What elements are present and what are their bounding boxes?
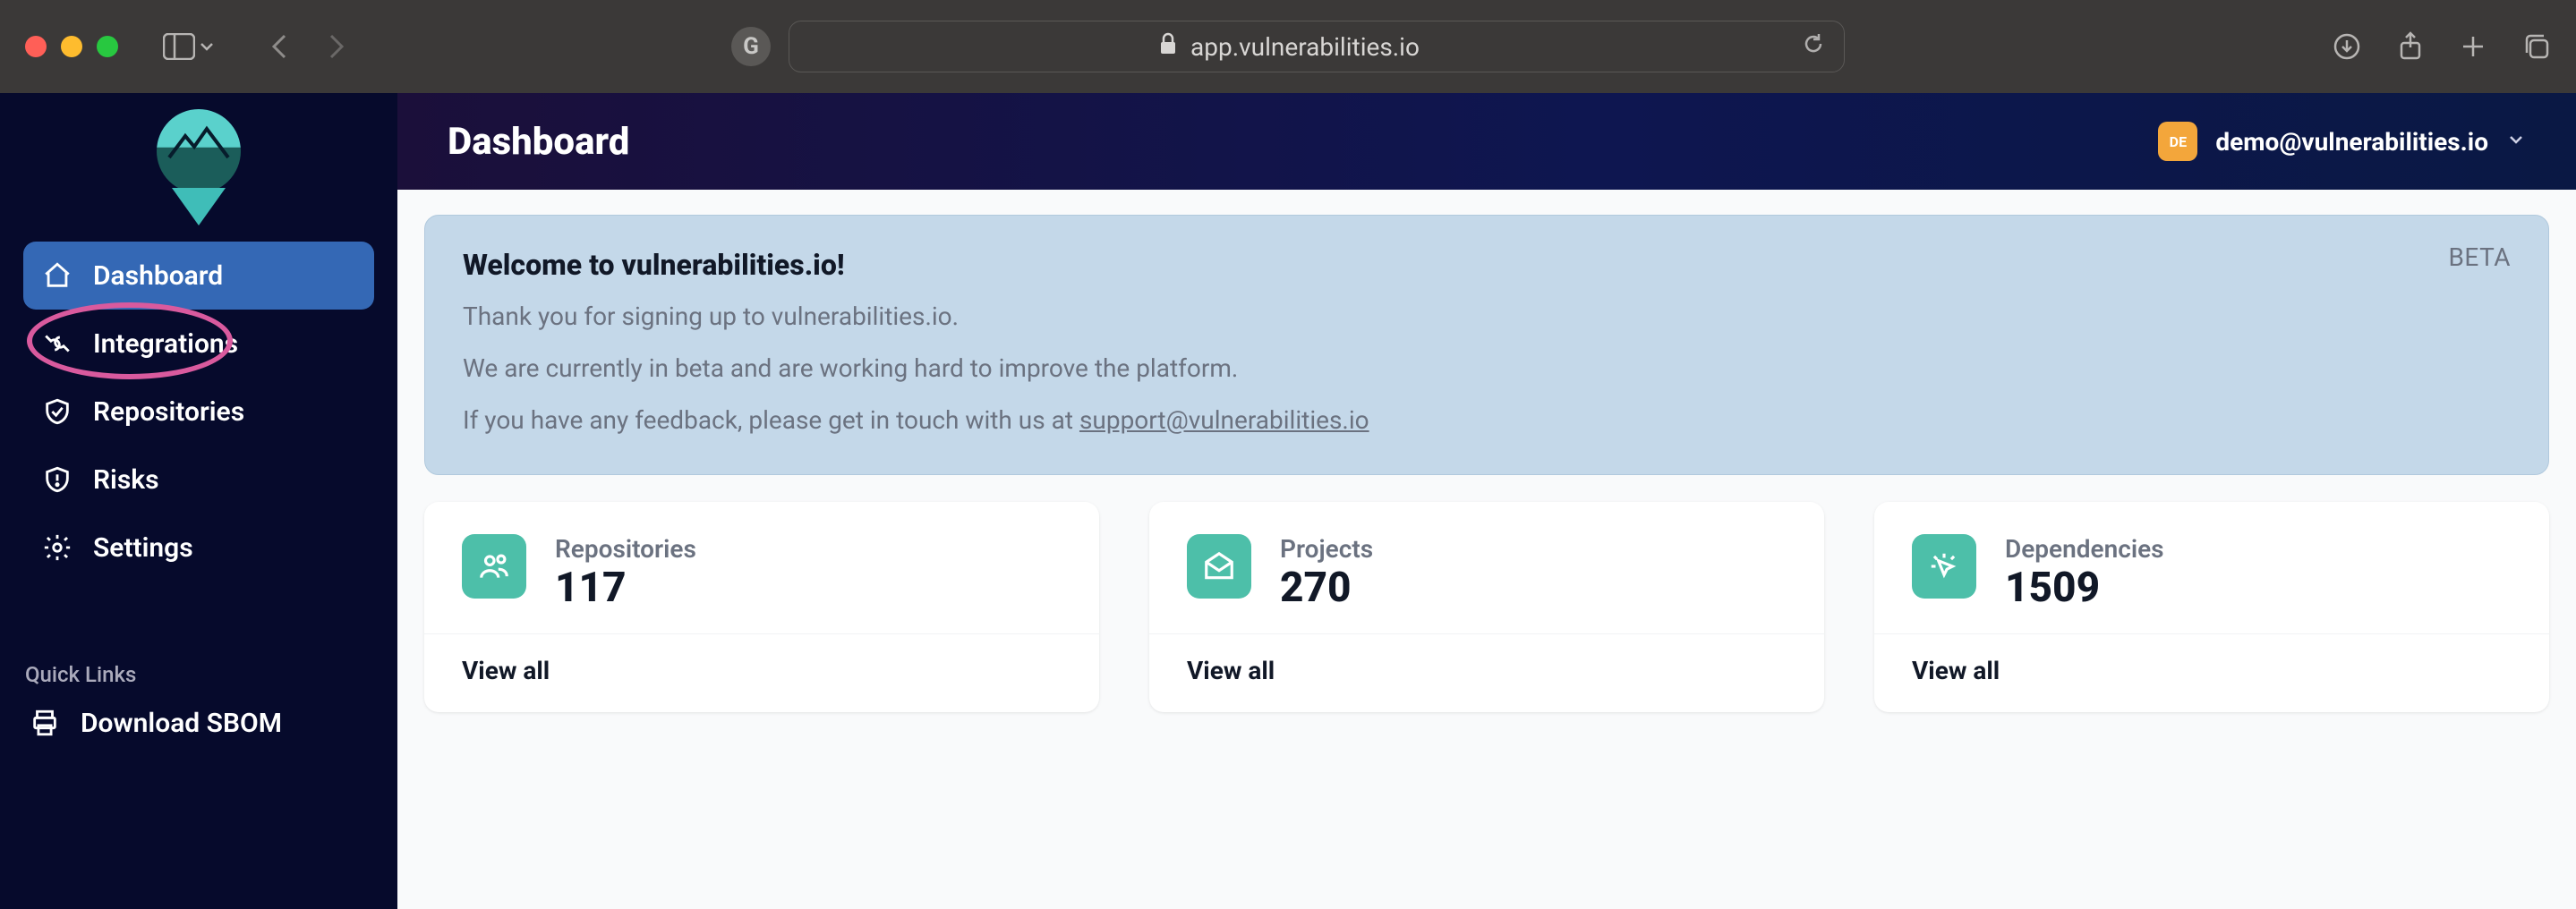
printer-icon [29, 707, 61, 739]
beta-badge: BETA [2448, 242, 2511, 272]
gear-icon [41, 531, 73, 564]
quick-links-heading: Quick Links [23, 662, 374, 687]
welcome-line-3-prefix: If you have any feedback, please get in … [463, 405, 1079, 435]
envelope-open-icon [1187, 534, 1251, 599]
sidebar-item-label: Risks [93, 464, 159, 496]
sidebar-item-repositories[interactable]: Repositories [23, 378, 374, 446]
card-projects: Projects 270 View all [1149, 502, 1824, 712]
sidebar-item-label: Settings [93, 532, 193, 564]
quick-link-label: Download SBOM [81, 708, 282, 739]
card-value: 117 [555, 564, 696, 612]
chevron-down-icon [2506, 130, 2526, 153]
sidebar-item-integrations[interactable]: Integrations [23, 310, 374, 378]
shield-check-icon [41, 395, 73, 428]
reload-button[interactable] [1801, 31, 1826, 63]
address-bar[interactable]: app.vulnerabilities.io [789, 21, 1845, 72]
card-label: Repositories [555, 534, 696, 564]
sidebar-item-risks[interactable]: Risks [23, 446, 374, 514]
back-button[interactable] [269, 32, 288, 61]
tab-overview-button[interactable] [2522, 32, 2551, 61]
maximize-window-button[interactable] [97, 36, 118, 57]
sidebar-toggle-button[interactable] [163, 33, 215, 60]
welcome-line-3: If you have any feedback, please get in … [463, 404, 2511, 438]
view-all-link[interactable]: View all [1912, 656, 2000, 685]
user-email: demo@vulnerabilities.io [2215, 127, 2488, 157]
view-all-link[interactable]: View all [462, 656, 550, 685]
shield-alert-icon [41, 463, 73, 496]
card-label: Projects [1280, 534, 1373, 564]
downloads-button[interactable] [2333, 32, 2361, 61]
quick-link-download-sbom[interactable]: Download SBOM [23, 692, 374, 753]
window-controls [25, 36, 118, 57]
chevron-down-icon [199, 38, 215, 55]
topbar: Dashboard DE demo@vulnerabilities.io [397, 93, 2576, 190]
welcome-banner: BETA Welcome to vulnerabilities.io! Than… [424, 215, 2549, 475]
grammarly-extension-icon[interactable]: G [731, 27, 771, 66]
card-repositories: Repositories 117 View all [424, 502, 1099, 712]
stat-cards: Repositories 117 View all Projects 270 [424, 502, 2549, 712]
card-value: 1509 [2005, 564, 2164, 612]
card-dependencies: Dependencies 1509 View all [1874, 502, 2549, 712]
user-menu[interactable]: DE demo@vulnerabilities.io [2158, 122, 2526, 161]
welcome-title: Welcome to vulnerabilities.io! [463, 248, 2511, 282]
lock-icon [1158, 32, 1178, 61]
sidebar-item-label: Dashboard [93, 260, 223, 292]
url-text: app.vulnerabilities.io [1190, 32, 1420, 62]
app-logo [23, 109, 374, 217]
sidebar-item-label: Repositories [93, 396, 244, 428]
tools-icon [41, 327, 73, 360]
sidebar-item-label: Integrations [93, 328, 238, 360]
card-label: Dependencies [2005, 534, 2164, 564]
support-email-link[interactable]: support@vulnerabilities.io [1079, 405, 1369, 435]
sidebar: Dashboard Integrations Repositories Risk… [0, 93, 397, 909]
share-button[interactable] [2397, 31, 2424, 62]
page-title: Dashboard [448, 120, 629, 164]
avatar: DE [2158, 122, 2197, 161]
minimize-window-button[interactable] [61, 36, 82, 57]
sidebar-item-settings[interactable]: Settings [23, 514, 374, 582]
browser-chrome: G app.vulnerabilities.io [0, 0, 2576, 93]
view-all-link[interactable]: View all [1187, 656, 1275, 685]
sidebar-item-dashboard[interactable]: Dashboard [23, 242, 374, 310]
welcome-line-1: Thank you for signing up to vulnerabilit… [463, 300, 2511, 334]
card-value: 270 [1280, 564, 1373, 612]
main: Dashboard DE demo@vulnerabilities.io BET… [397, 93, 2576, 909]
welcome-line-2: We are currently in beta and are working… [463, 352, 2511, 386]
home-icon [41, 259, 73, 292]
primary-nav: Dashboard Integrations Repositories Risk… [23, 242, 374, 582]
cursor-click-icon [1912, 534, 1976, 599]
content-area: BETA Welcome to vulnerabilities.io! Than… [397, 190, 2576, 909]
new-tab-button[interactable] [2460, 33, 2486, 60]
close-window-button[interactable] [25, 36, 47, 57]
forward-button[interactable] [328, 32, 347, 61]
people-icon [462, 534, 526, 599]
